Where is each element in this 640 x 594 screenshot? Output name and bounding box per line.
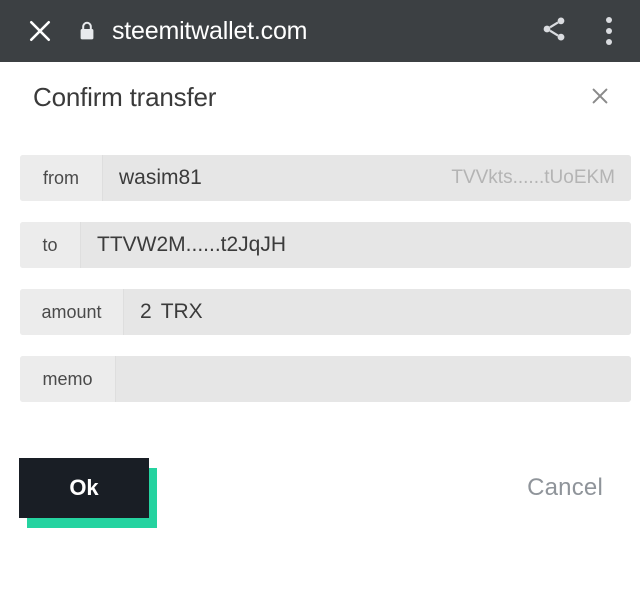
dialog-title: Confirm transfer [33, 82, 217, 112]
close-icon [25, 16, 55, 46]
ok-button-wrap: Ok [19, 458, 157, 528]
browser-toolbar: steemitwallet.com [0, 0, 640, 62]
field-value-amount: 2 TRX [124, 289, 631, 335]
from-address-value: TVVkts......tUoEKM [451, 167, 615, 188]
more-vertical-icon-dot [606, 39, 612, 45]
field-row-to: to TTVW2M......t2JqJH [20, 222, 631, 268]
more-vertical-icon-dot [606, 28, 612, 34]
field-row-from: from wasim81 TVVkts......tUoEKM [20, 155, 631, 201]
field-label-to: to [20, 222, 81, 268]
share-icon [540, 15, 568, 48]
ok-button[interactable]: Ok [19, 458, 149, 518]
amount-currency: TRX [160, 300, 203, 323]
site-identity[interactable]: steemitwallet.com [74, 17, 528, 46]
to-address-value: TTVW2M......t2JqJH [97, 233, 287, 256]
more-vertical-button[interactable] [586, 0, 632, 62]
field-label-memo: memo [20, 356, 116, 402]
url-text: steemitwallet.com [112, 16, 308, 45]
amount-value: 2 [140, 300, 152, 323]
transfer-fields: from wasim81 TVVkts......tUoEKM to TTVW2… [20, 155, 631, 423]
dialog-header: Confirm transfer [0, 62, 640, 134]
page-surface: Confirm transfer from wasim81 TVVkts....… [0, 62, 640, 594]
field-row-memo: memo [20, 356, 631, 402]
dialog-close-button[interactable] [580, 78, 620, 118]
field-label-from: from [20, 155, 103, 201]
from-account-value: wasim81 [119, 166, 202, 189]
close-icon [589, 85, 611, 112]
field-value-from: wasim81 TVVkts......tUoEKM [103, 155, 631, 201]
field-row-amount: amount 2 TRX [20, 289, 631, 335]
field-value-to: TTVW2M......t2JqJH [81, 222, 631, 268]
more-vertical-icon [606, 17, 612, 23]
share-button[interactable] [528, 0, 580, 62]
dialog-actions: Ok Cancel [0, 452, 640, 542]
lock-icon [74, 18, 100, 44]
cancel-button[interactable]: Cancel [523, 468, 607, 508]
close-tab-button[interactable] [14, 0, 66, 62]
field-label-amount: amount [20, 289, 124, 335]
field-value-memo [116, 356, 631, 402]
